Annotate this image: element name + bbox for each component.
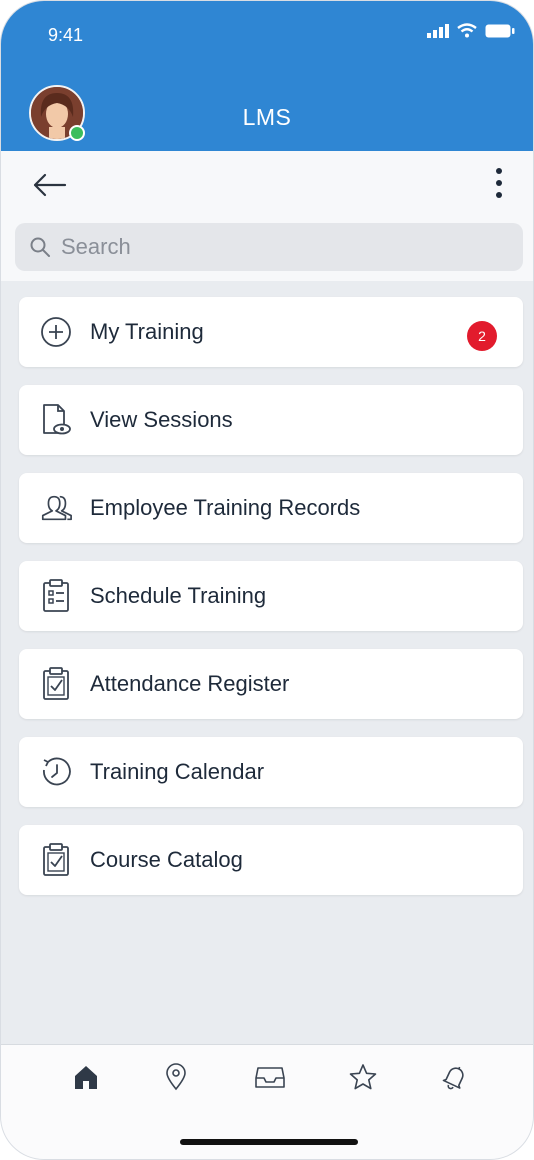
document-eye-icon: [39, 403, 73, 437]
menu-item-label: View Sessions: [90, 407, 233, 432]
status-icons: [427, 23, 515, 38]
menu-item-course-catalog[interactable]: Course Catalog: [19, 825, 523, 895]
more-options-button[interactable]: [489, 166, 509, 202]
more-vertical-icon: [496, 168, 502, 198]
menu-item-my-training[interactable]: My Training 2: [19, 297, 523, 367]
menu-item-label: Employee Training Records: [90, 495, 361, 520]
tab-inbox[interactable]: [252, 1061, 288, 1093]
bell-icon: [442, 1066, 464, 1090]
menu-item-label: Training Calendar: [90, 759, 265, 784]
back-button[interactable]: [31, 171, 67, 199]
users-icon: [39, 491, 73, 525]
clipboard-check-icon: [39, 667, 73, 701]
battery-icon: [485, 24, 515, 37]
star-icon: [349, 1064, 377, 1090]
tab-favorites[interactable]: [345, 1061, 381, 1093]
search-input[interactable]: [59, 233, 503, 261]
menu-item-schedule-training[interactable]: Schedule Training: [19, 561, 523, 631]
clipboard-list-icon: [39, 579, 73, 613]
menu-item-label: Course Catalog: [90, 847, 243, 872]
menu-item-attendance-register[interactable]: Attendance Register: [19, 649, 523, 719]
menu-item-label: Schedule Training: [90, 583, 267, 608]
tab-notifications[interactable]: [437, 1061, 473, 1093]
menu-item-employee-training-records[interactable]: Employee Training Records: [19, 473, 523, 543]
tab-location[interactable]: [158, 1061, 194, 1093]
app-header: 9:41 LMS: [1, 1, 533, 151]
plus-circle-icon: [39, 315, 73, 349]
phone-frame: 9:41 LMS Search My Training 2 View Sessi…: [0, 0, 534, 1160]
page-title: LMS: [242, 104, 292, 130]
status-time: 9:41: [48, 25, 84, 45]
arrow-left-icon: [33, 173, 67, 197]
tab-home[interactable]: [68, 1061, 104, 1093]
menu-list: My Training 2 View Sessions Employee Tra…: [19, 297, 523, 913]
search-icon: [30, 237, 50, 257]
menu-item-label: My Training: [90, 319, 204, 344]
home-icon: [75, 1066, 97, 1089]
wifi-icon: [457, 23, 477, 38]
search-bar[interactable]: [15, 223, 523, 271]
clock-history-icon: [39, 755, 73, 789]
menu-item-view-sessions[interactable]: View Sessions: [19, 385, 523, 455]
bottom-tab-bar: [1, 1044, 533, 1159]
menu-item-label: Attendance Register: [90, 671, 290, 696]
signal-icon: [427, 23, 449, 38]
inbox-icon: [255, 1067, 285, 1088]
clipboard-check-icon: [39, 843, 73, 877]
location-pin-icon: [166, 1063, 186, 1091]
home-indicator: [180, 1139, 358, 1145]
menu-item-training-calendar[interactable]: Training Calendar: [19, 737, 523, 807]
notification-badge: 2: [467, 321, 497, 351]
